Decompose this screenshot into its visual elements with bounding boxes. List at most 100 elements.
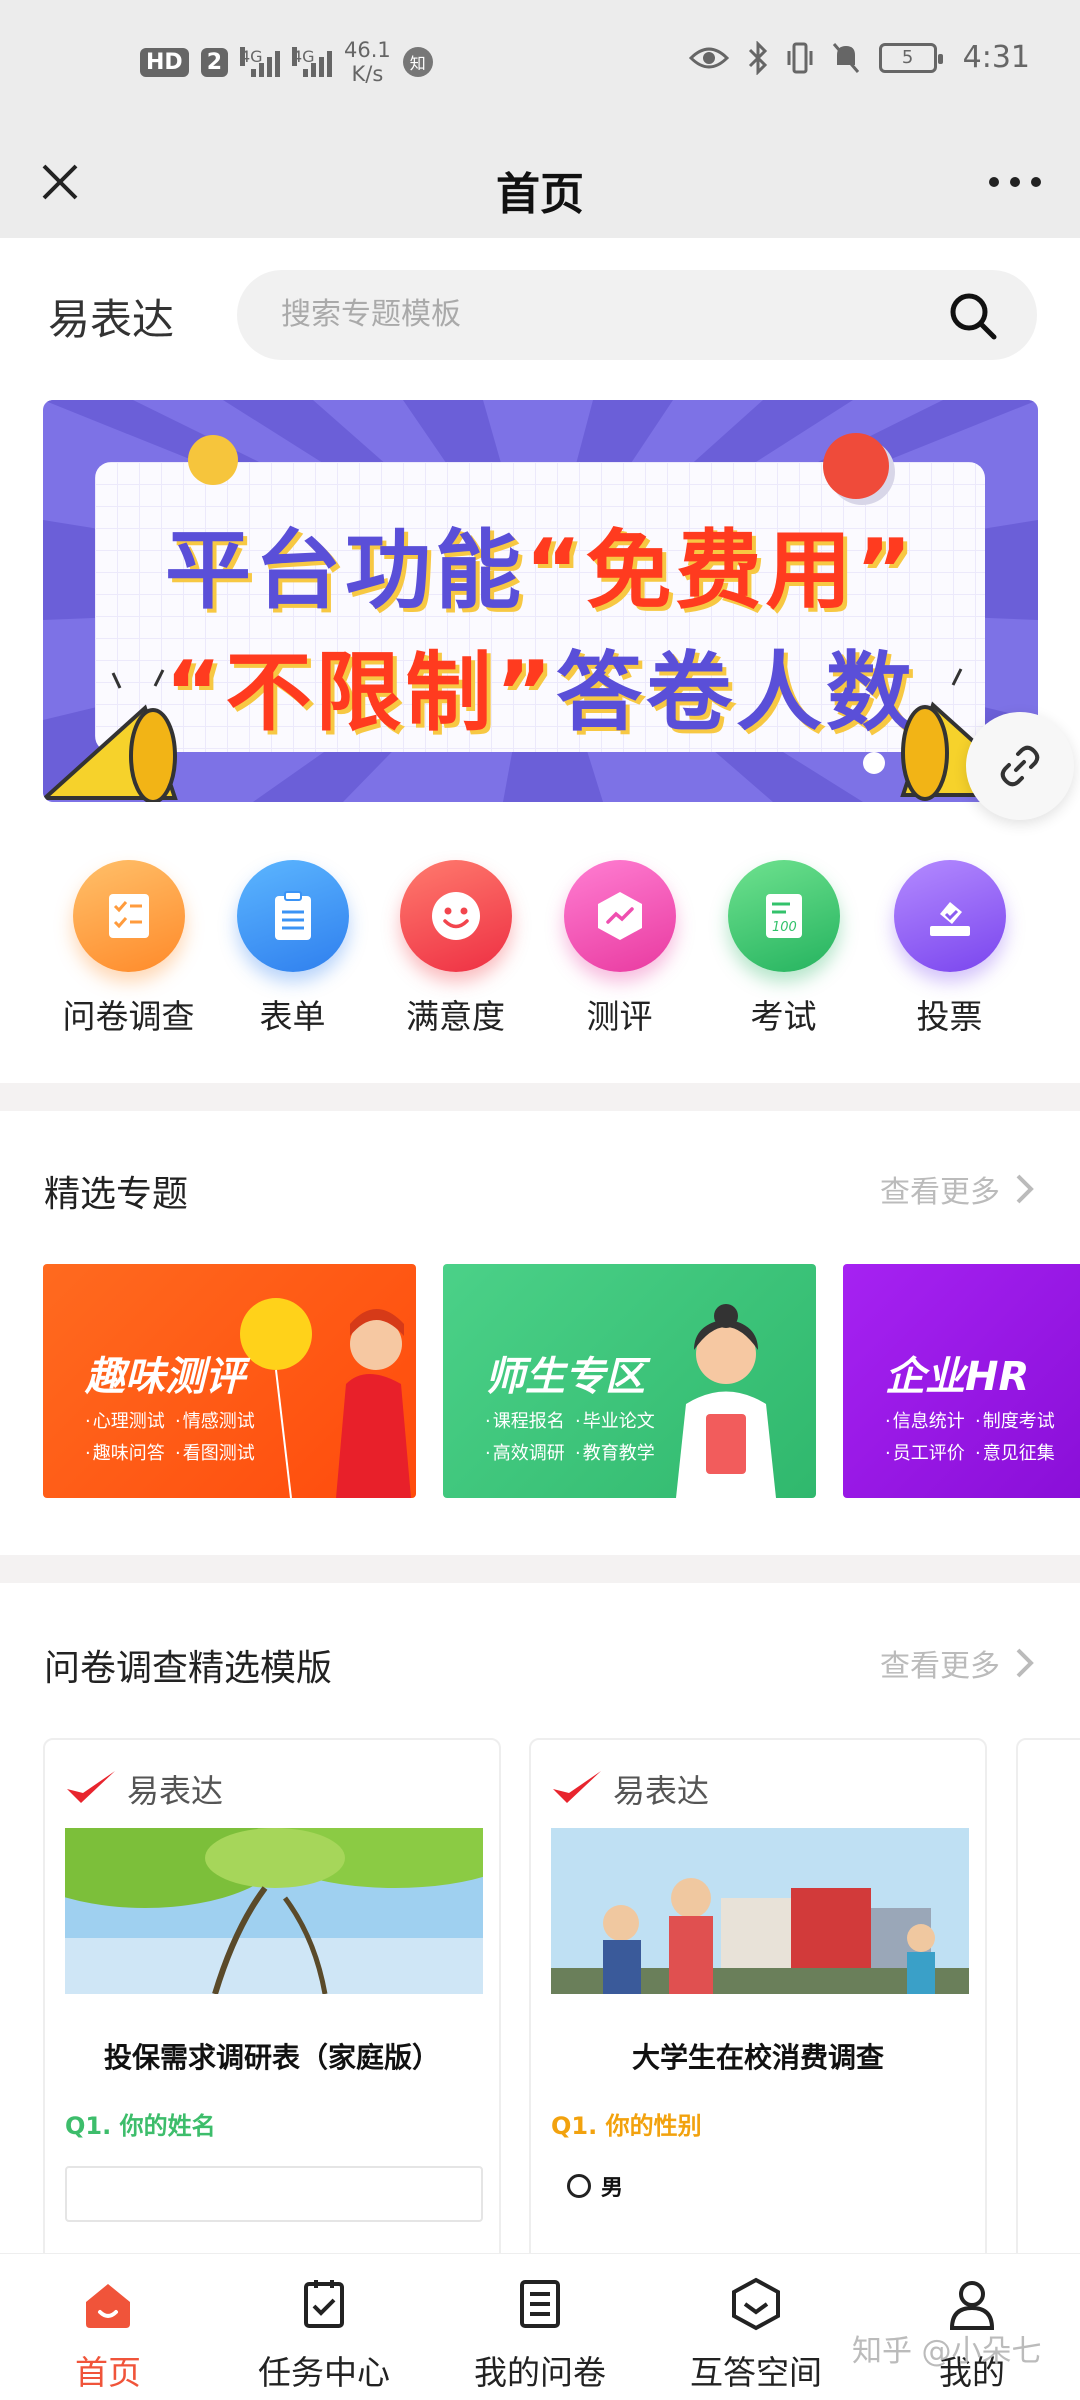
category-icon-bg [563,860,676,972]
hd-badge: HD [140,47,189,77]
radio-button-icon[interactable] [567,2174,591,2198]
search-input[interactable] [281,270,921,360]
nav-task-center[interactable]: 任务中心 [216,2276,432,2394]
yellow-dot-decoration [188,435,238,485]
home-icon [86,2284,130,2328]
topic-tag: 信息统计 [885,1406,975,1438]
sim-badge: 2 [200,47,228,77]
share-link-button[interactable] [966,712,1074,820]
survey-templates-section: 问卷调查精选模版 查看更多 易表达 投保需求调研表（家庭版） Q1. 你的姓名 … [0,1583,1080,2268]
category-satisfaction[interactable]: 满意度 [373,860,538,1038]
topic-tag: 制度考试 [975,1406,1065,1438]
megaphone-icon-left [43,669,178,802]
view-more-link[interactable]: 查看更多 [880,1167,1036,1211]
checkmark-logo-icon [67,1771,115,1803]
nav-label: 我的问卷 [474,2353,606,2392]
category-form[interactable]: 表单 [210,860,375,1038]
category-icon-bg [399,860,512,972]
radio-option[interactable]: 男 [567,2170,623,2202]
template-question: Q1. 你的性别 [551,2112,702,2140]
chevron-right-icon [1016,1174,1034,1204]
featured-topics-section: 精选专题 查看更多 趣味测评 心理测试情感测试趣味问答看图测试 师生专区 课程报… [0,1111,1080,1555]
topic-tags: 心理测试情感测试趣味问答看图测试 [85,1406,285,1470]
category-label: 投票 [916,997,983,1036]
template-question: Q1. 你的姓名 [65,2112,216,2140]
topic-tag: 课程报名 [485,1406,575,1438]
topic-title: 企业HR [885,1354,1030,1400]
nav-my-surveys[interactable]: 我的问卷 [432,2276,648,2394]
title-bar: 首页 [0,130,1080,238]
svg-text:100: 100 [772,920,797,935]
search-icon[interactable] [947,290,999,342]
topic-tag: 看图测试 [175,1438,265,1470]
nav-home[interactable]: 首页 [0,2276,216,2394]
status-left: HD 2 4G 4G 46.1 K/s 知 [140,38,433,86]
category-icon-bg [236,860,349,972]
template-card[interactable]: 易表达 投保需求调研表（家庭版） Q1. 你的姓名 [43,1738,501,2268]
category-survey[interactable]: 问卷调查 [46,860,211,1038]
category-label: 问卷调查 [62,997,195,1036]
template-title: 大学生在校消费调查 [631,2041,884,2074]
category-vote[interactable]: 投票 [867,860,1032,1038]
category-label: 考试 [750,997,817,1036]
template-card[interactable]: 易表达 大学生在校消费调查 Q1. 你的性别 男 [529,1738,987,2268]
nav-label: 任务中心 [258,2353,390,2392]
section-title: 精选专题 [44,1174,189,1215]
nav-label: 首页 [75,2353,141,2392]
template-brand: 易表达 [549,1766,709,1812]
eye-icon [688,47,729,68]
template-answer-field[interactable] [65,2166,483,2222]
category-icon-bg: 100 [727,860,840,972]
battery-icon: 5 [878,42,943,73]
template-card-peek[interactable] [1016,1738,1080,2268]
tree-sky-image [65,1828,483,1994]
topic-card-teacher-student[interactable]: 师生专区 课程报名毕业论文高效调研教育教学 [443,1264,816,1498]
topic-card-fun[interactable]: 趣味测评 心理测试情感测试趣味问答看图测试 [43,1264,416,1498]
brand-name: 易表达 [48,295,175,344]
clock: 4:31 [962,40,1030,75]
smile-icon [431,892,480,940]
signal-icon: 4G [240,47,280,77]
template-brand-label: 易表达 [127,1772,224,1810]
mute-bell-icon [832,42,859,73]
network-speed: 46.1 K/s [344,38,391,86]
category-label: 表单 [259,997,326,1036]
category-icon-bg [893,860,1006,972]
signal-icon-2: 4G [292,47,332,77]
more-options-icon[interactable] [980,152,1050,212]
chart-hexagon-icon [597,892,642,940]
topic-tag: 意见征集 [975,1438,1065,1470]
category-assessment[interactable]: 测评 [537,860,702,1038]
topic-card-hr[interactable]: 企业HR 信息统计制度考试员工评价意见征集 [843,1264,1080,1498]
students-campus-image [551,1828,969,1994]
red-dot-decoration [823,433,889,499]
vibrate-icon [787,42,813,73]
zhihu-notification-icon: 知 [402,47,433,77]
status-bar: HD 2 4G 4G 46.1 K/s 知 5 4:31 [0,0,1080,130]
document-list-icon [520,2280,560,2328]
topic-tag: 趣味问答 [85,1438,175,1470]
nav-qa-space[interactable]: 互答空间 [648,2276,864,2394]
banner-page-indicator [863,752,885,774]
section-title: 问卷调查精选模版 [44,1648,333,1689]
search-bar[interactable] [237,270,1037,360]
topic-tags: 课程报名毕业论文高效调研教育教学 [485,1406,685,1470]
template-brand-label: 易表达 [613,1772,710,1810]
topic-tag: 员工评价 [885,1438,975,1470]
category-row: 问卷调查 表单 满意度 测评 100 考试 投票 [0,860,1080,1040]
category-label: 满意度 [406,997,505,1036]
category-icon-bg [72,860,185,972]
template-title: 投保需求调研表（家庭版） [103,2041,440,2074]
view-more-link[interactable]: 查看更多 [880,1641,1036,1685]
bluetooth-icon [748,40,767,75]
template-brand: 易表达 [63,1766,223,1812]
view-more-label: 查看更多 [880,1649,1000,1684]
topic-tag: 高效调研 [485,1438,575,1470]
hexagon-chevron-icon [732,2277,780,2331]
view-more-label: 查看更多 [880,1175,1000,1210]
category-exam[interactable]: 100 考试 [701,860,866,1038]
promo-banner[interactable]: 平台功能“免费用” “不限制”答卷人数 [43,400,1038,802]
radio-option-label: 男 [601,2176,624,2201]
nav-label: 互答空间 [690,2353,822,2392]
checkmark-logo-icon [553,1771,601,1803]
